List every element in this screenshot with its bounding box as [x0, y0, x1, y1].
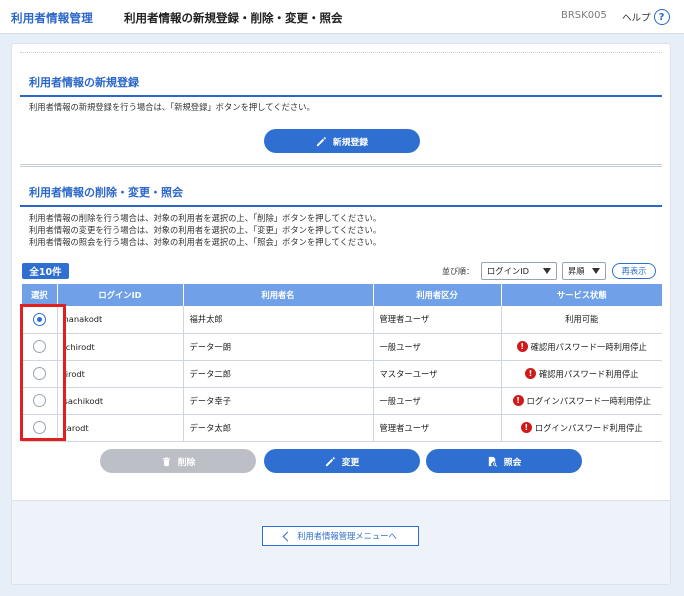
status-warning: ! ログインパスワード一時利用停止	[512, 395, 651, 407]
column-header-login-id: ログインID	[57, 284, 184, 306]
column-header-user-category: 利用者区分	[373, 284, 502, 306]
table-row[interactable]: tarodt データ太郎 管理者ユーザ! ログインパスワード利用停止	[22, 414, 662, 442]
redisplay-button[interactable]: 再表示	[612, 263, 656, 279]
pencil-icon	[325, 456, 335, 466]
warning-icon: !	[520, 422, 532, 433]
warning-icon: !	[516, 341, 528, 352]
column-header-select: 選択	[22, 284, 58, 306]
column-header-service-status: サービス状態	[501, 284, 662, 306]
cell-service-status: ! ログインパスワード利用停止	[501, 414, 662, 442]
warning-icon: !	[512, 395, 524, 406]
cell-user-name: 福井太郎	[183, 306, 374, 334]
table-row[interactable]: sachikodt データ幸子 一般ユーザ! ログインパスワード一時利用停止	[22, 387, 662, 415]
help-icon: ?	[653, 9, 670, 25]
pencil-icon	[316, 136, 326, 146]
cell-login-id: hanakodt	[57, 306, 184, 334]
view-button-label: 照会	[503, 457, 522, 468]
trash-icon	[162, 456, 170, 466]
cell-user-category: 一般ユーザ	[373, 333, 502, 361]
status-text: 確認用パスワード利用停止	[538, 368, 639, 379]
edit-button-label: 変更	[341, 457, 360, 468]
help-link[interactable]: ヘルプ ?	[622, 9, 670, 25]
document-search-icon	[488, 456, 497, 467]
help-label: ヘルプ	[622, 13, 651, 24]
back-button-label: 利用者情報管理メニューへ	[297, 531, 397, 541]
table-row[interactable]: jirodt データ二郎 マスターユーザ! 確認用パスワード利用停止	[22, 360, 662, 388]
manage-section-title: 利用者情報の削除・変更・照会	[20, 184, 662, 207]
cell-user-name: データ幸子	[183, 387, 374, 415]
manage-description-view: 利用者情報の照会を行う場合は、対象の利用者を選択の上、「照会」ボタンを押してくだ…	[29, 237, 382, 247]
register-section-title: 利用者情報の新規登録	[20, 74, 662, 97]
dropdown-arrow-icon	[592, 268, 600, 274]
cell-user-name: データ二郎	[183, 360, 374, 388]
section-separator	[20, 164, 662, 167]
status-warning: ! 確認用パスワード利用停止	[524, 368, 639, 380]
sort-order-select[interactable]: 昇順	[562, 262, 606, 280]
main-card: 利用者情報の新規登録 利用者情報の新規登録を行う場合は、「新規登録」ボタンを押し…	[11, 43, 671, 585]
top-bar: 利用者情報管理 利用者情報の新規登録・削除・変更・照会 BRSK005 ヘルプ …	[0, 0, 684, 34]
register-button-label: 新規登録	[332, 137, 369, 148]
screen-id: BRSK005	[561, 10, 607, 21]
cell-user-category: マスターユーザ	[373, 360, 502, 388]
status-warning: ! ログインパスワード利用停止	[520, 422, 643, 434]
status-text: 確認用パスワード一時利用停止	[530, 341, 647, 352]
status-text: ログインパスワード一時利用停止	[526, 395, 651, 406]
register-description: 利用者情報の新規登録を行う場合は、「新規登録」ボタンを押してください。	[29, 102, 315, 112]
sort-key-value: ログインID	[487, 266, 530, 276]
register-button[interactable]: 新規登録	[264, 129, 420, 153]
cell-user-name: データ一朗	[183, 333, 374, 361]
chevron-left-icon	[282, 531, 293, 541]
sort-order-value: 昇順	[568, 266, 585, 276]
result-count-badge: 全10件	[22, 263, 69, 279]
cell-user-category: 一般ユーザ	[373, 387, 502, 415]
status-text: ログインパスワード利用停止	[534, 422, 643, 433]
cell-service-status: ! 確認用パスワード一時利用停止	[501, 333, 662, 361]
cell-service-status: 利用可能	[501, 306, 662, 334]
dropdown-arrow-icon	[543, 268, 551, 274]
user-table: 選択 ログインID 利用者名 利用者区分 サービス状態 hanakodt 福井太郎…	[22, 284, 662, 442]
cell-service-status: ! 確認用パスワード利用停止	[501, 360, 662, 388]
cell-login-id: tarodt	[57, 414, 184, 442]
column-header-user-name: 利用者名	[183, 284, 374, 306]
cell-login-id: sachikodt	[57, 387, 184, 415]
view-button[interactable]: 照会	[426, 449, 582, 473]
cell-login-id: ichirodt	[57, 333, 184, 361]
top-divider	[20, 52, 662, 53]
sort-label: 並び順：	[442, 267, 474, 276]
page-title: 利用者情報の新規登録・削除・変更・照会	[124, 11, 343, 25]
app-title: 利用者情報管理	[11, 11, 93, 25]
manage-description-delete: 利用者情報の削除を行う場合は、対象の利用者を選択の上、「削除」ボタンを押してくだ…	[29, 213, 382, 223]
delete-button-label: 削除	[177, 457, 196, 468]
delete-button[interactable]: 削除	[100, 449, 256, 473]
table-row[interactable]: ichirodt データ一朗 一般ユーザ! 確認用パスワード一時利用停止	[22, 333, 662, 361]
cell-user-name: データ太郎	[183, 414, 374, 442]
edit-button[interactable]: 変更	[264, 449, 420, 473]
cell-user-category: 管理者ユーザ	[373, 306, 502, 334]
status-warning: ! 確認用パスワード一時利用停止	[516, 341, 647, 353]
cell-service-status: ! ログインパスワード一時利用停止	[501, 387, 662, 415]
manage-description-edit: 利用者情報の変更を行う場合は、対象の利用者を選択の上、「変更」ボタンを押してくだ…	[29, 225, 382, 235]
warning-icon: !	[524, 368, 536, 379]
table-row[interactable]: hanakodt 福井太郎 管理者ユーザ 利用可能	[22, 306, 662, 334]
sort-key-select[interactable]: ログインID	[481, 262, 557, 280]
back-to-menu-button[interactable]: 利用者情報管理メニューへ	[262, 526, 419, 546]
cell-login-id: jirodt	[57, 360, 184, 388]
selection-highlight-box	[20, 304, 66, 441]
cell-user-category: 管理者ユーザ	[373, 414, 502, 442]
